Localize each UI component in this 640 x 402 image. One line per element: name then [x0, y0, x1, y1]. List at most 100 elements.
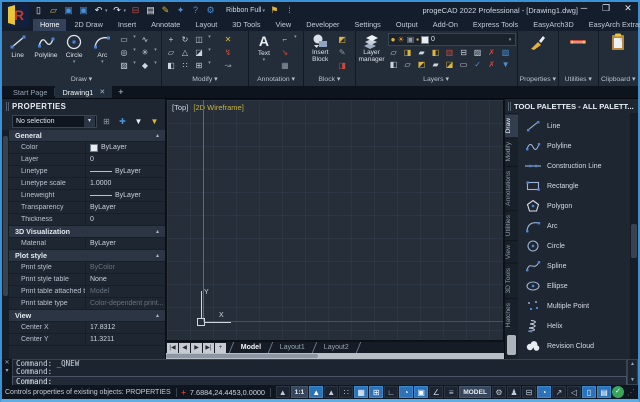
palette-grip-icon[interactable]: [6, 102, 9, 111]
property-row[interactable]: Print styleByColor: [9, 262, 165, 274]
property-row[interactable]: Center Y11.3211: [9, 334, 165, 346]
block-panel-label[interactable]: Block ▾: [304, 75, 354, 86]
palette-tool-polyline[interactable]: Polyline: [518, 136, 630, 156]
clipboard-button[interactable]: [604, 33, 632, 51]
print-preview-icon[interactable]: ▤: [145, 5, 156, 16]
tab-output[interactable]: Output: [389, 19, 425, 31]
property-row[interactable]: Linetype scale1.0000: [9, 178, 165, 190]
property-row[interactable]: Thickness0: [9, 214, 165, 226]
selection-dropdown-arrow-icon[interactable]: ▾: [84, 116, 95, 127]
polyline-button[interactable]: Polyline: [33, 33, 58, 59]
layer-tool-icon[interactable]: ▰: [430, 59, 442, 70]
property-row[interactable]: MaterialByLayer: [9, 238, 165, 250]
palette-grip-icon[interactable]: [508, 102, 511, 111]
palette-tab-view[interactable]: View: [505, 240, 518, 263]
tab-settings[interactable]: Settings: [347, 19, 387, 31]
draw-panel-label[interactable]: Draw ▾: [2, 75, 161, 86]
undo-button[interactable]: ↶: [93, 5, 104, 16]
dimension-tool-icon[interactable]: ⌐: [279, 34, 291, 45]
palette-tool-arc[interactable]: Arc: [518, 216, 630, 236]
ellipse-tool-icon[interactable]: ◎: [118, 47, 130, 58]
save-icon[interactable]: ▣: [63, 5, 74, 16]
palette-tool-circle[interactable]: Circle: [518, 236, 630, 256]
palette-drag-grip[interactable]: [507, 335, 516, 355]
model-tab[interactable]: Model: [229, 342, 274, 353]
table-tool-icon[interactable]: ▦: [279, 60, 291, 71]
palette-tool-polygon[interactable]: Polygon: [518, 196, 630, 216]
format-painter-icon[interactable]: ✎: [160, 5, 171, 16]
redo-button[interactable]: ↷: [112, 5, 123, 16]
clock-icon[interactable]: ◔: [537, 386, 551, 398]
section-3d-visualization[interactable]: 3D Visualization▴: [9, 226, 165, 238]
fillet-tool-icon[interactable]: ◪: [193, 47, 205, 58]
text-button[interactable]: A Text▾: [252, 33, 276, 63]
layer-tool-icon[interactable]: ◩: [416, 59, 428, 70]
user-icon[interactable]: ♟: [507, 386, 521, 398]
utilities-panel-label[interactable]: Utilities ▾: [559, 75, 598, 86]
palette-tab-hatches[interactable]: Hatches: [505, 298, 518, 331]
annotation-visibility-icon[interactable]: ◁: [567, 386, 581, 398]
layer-selector[interactable]: ● ☀ ▣ ▪ 0 ▾: [388, 33, 516, 46]
draft-cursor-icon[interactable]: ▲: [276, 386, 290, 398]
close-button[interactable]: ✕: [622, 3, 634, 14]
new-file-icon[interactable]: ▯: [33, 5, 44, 16]
layer-tool-icon[interactable]: ◨: [402, 47, 414, 58]
copy-tool-icon[interactable]: ▱: [165, 47, 177, 58]
tab-view[interactable]: View: [269, 19, 299, 31]
command-scrollbar[interactable]: ▲ ▼: [627, 359, 638, 385]
palette-tool-multiple-point[interactable]: Multiple Point: [518, 296, 630, 316]
layer-tool-icon[interactable]: ◪: [444, 59, 456, 70]
layer-tool-icon[interactable]: ▭: [458, 59, 470, 70]
layer-tool-icon[interactable]: ✗: [486, 59, 498, 70]
draft-mode-icon[interactable]: ▲: [309, 386, 323, 398]
annotation-panel-label[interactable]: Annotation ▾: [249, 75, 303, 86]
tab-2d-draw[interactable]: 2D Draw: [67, 19, 109, 31]
plot-icon[interactable]: ⊟: [130, 5, 141, 16]
property-row[interactable]: Layer0: [9, 154, 165, 166]
open-file-icon[interactable]: ▱: [48, 5, 59, 16]
palette-tool-spline[interactable]: Spline: [518, 256, 630, 276]
redo-dropdown-icon[interactable]: ▾: [124, 8, 127, 14]
layer-tool-icon[interactable]: ▼: [500, 59, 512, 70]
palette-tab-draw[interactable]: Draw: [505, 113, 518, 137]
erase-tool-icon[interactable]: ↯: [222, 47, 234, 58]
properties-panel-label[interactable]: Properties ▾: [518, 75, 558, 86]
interface-list-icon[interactable]: ▤: [597, 386, 611, 398]
scroll-up-icon[interactable]: ▲: [628, 360, 637, 368]
array-tool-icon[interactable]: ∷: [179, 60, 191, 71]
layout1-tab[interactable]: Layout1: [269, 342, 317, 353]
drawing-canvas[interactable]: [Top] [2D Wireframe] Y X: [166, 99, 504, 341]
property-row[interactable]: TransparencyByLayer: [9, 202, 165, 214]
utilities-button[interactable]: [564, 33, 592, 51]
settings-gear-icon[interactable]: ⚙: [492, 386, 506, 398]
tab-express-tools[interactable]: Express Tools: [466, 19, 525, 31]
tab-annotate[interactable]: Annotate: [144, 19, 187, 31]
attributes-tool-icon[interactable]: ◨: [336, 60, 348, 71]
section-plot-style[interactable]: Plot style▴: [9, 250, 165, 262]
grid-icon[interactable]: ▦: [354, 386, 368, 398]
edit-block-tool-icon[interactable]: ✎: [336, 47, 348, 58]
tool-palettes-header[interactable]: TOOL PALETTES - ALL PALETT...: [505, 99, 638, 113]
visual-style-label[interactable]: [2D Wireframe]: [193, 103, 243, 112]
viewport-controls[interactable]: [Top] [2D Wireframe]: [172, 103, 244, 112]
save-as-icon[interactable]: ▣: [78, 5, 89, 16]
filter-icon[interactable]: ▼: [132, 116, 145, 128]
property-row[interactable]: Center X17.8312: [9, 322, 165, 334]
palette-tool-line[interactable]: Line: [518, 116, 630, 136]
undo-dropdown-icon[interactable]: ▾: [105, 8, 108, 14]
layer-dropdown-icon[interactable]: ▾: [508, 37, 513, 43]
tab-layout[interactable]: Layout: [188, 19, 224, 31]
first-layout-icon[interactable]: |◀: [167, 343, 178, 353]
arc-button[interactable]: Arc▾: [90, 33, 115, 65]
model-space-button[interactable]: MODEL: [459, 386, 491, 398]
palette-tab-3d-tools[interactable]: 3D Tools: [505, 263, 518, 298]
property-row[interactable]: LineweightByLayer: [9, 190, 165, 202]
stretch-tool-icon[interactable]: ◧: [165, 60, 177, 71]
tab-home[interactable]: Home: [33, 19, 66, 31]
section-view[interactable]: View▴: [9, 310, 165, 322]
ribbon-mode-label[interactable]: Ribbon Full: [226, 7, 261, 14]
horizontal-scrollbar[interactable]: [166, 353, 504, 359]
revision-cloud-tool-icon[interactable]: ∿: [139, 34, 151, 45]
tab-3d-tools[interactable]: 3D Tools: [225, 19, 267, 31]
property-row[interactable]: Print table attached toModel: [9, 286, 165, 298]
